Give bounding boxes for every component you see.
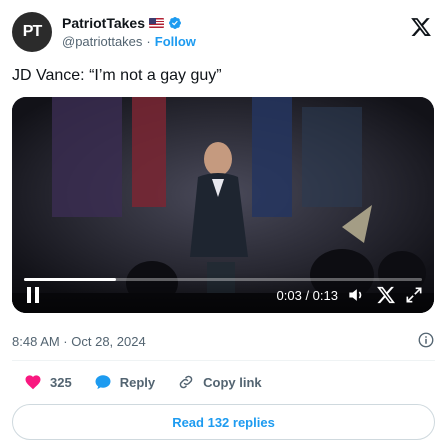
separator-dot: ·	[146, 34, 151, 49]
speech-bubble-icon	[95, 375, 111, 390]
handle-row: @patriottakes · Follow	[62, 34, 196, 49]
copy-link-label: Copy link	[203, 374, 262, 390]
x-logo-icon[interactable]	[410, 16, 432, 38]
reply-button[interactable]: Reply	[94, 373, 155, 391]
reply-label: Reply	[119, 374, 156, 390]
author-name-row: PatriotTakes	[62, 14, 196, 32]
x-logo-icon[interactable]	[376, 285, 396, 305]
video-player[interactable]: 0:03 / 0:13	[12, 97, 434, 313]
author-block: PatriotTakes @patriottakes · Follow	[62, 14, 196, 49]
embedded-post-card: PT PatriotTakes @patriottakes · Follow J…	[0, 0, 447, 448]
post-header: PT PatriotTakes @patriottakes · Follow	[12, 10, 436, 60]
us-flag-icon	[149, 18, 164, 28]
avatar-initials: PT	[22, 23, 42, 40]
author-name[interactable]: PatriotTakes	[62, 15, 145, 31]
avatar[interactable]: PT	[12, 12, 52, 52]
action-bar: 325 Reply Copy link	[24, 372, 284, 392]
verified-badge-icon	[169, 17, 181, 29]
pause-icon[interactable]	[26, 287, 40, 303]
copy-link-button[interactable]: Copy link	[177, 373, 262, 391]
expand-icon[interactable]	[404, 285, 424, 305]
like-button[interactable]: 325	[24, 373, 72, 391]
video-time: 0:03 / 0:13	[276, 288, 338, 303]
info-icon[interactable]	[417, 331, 435, 349]
divider	[12, 360, 435, 361]
progress-fill	[24, 278, 116, 281]
post-timestamp[interactable]: 8:48 AM · Oct 28, 2024	[12, 334, 146, 349]
volume-icon[interactable]	[346, 285, 366, 305]
author-handle[interactable]: @patriottakes	[62, 34, 142, 49]
video-controls: 0:03 / 0:13	[12, 273, 434, 313]
like-count: 325	[50, 374, 72, 390]
link-icon	[179, 375, 193, 389]
follow-button[interactable]: Follow	[155, 34, 196, 49]
read-replies-button[interactable]: Read 132 replies	[12, 404, 435, 440]
progress-bar[interactable]	[24, 278, 422, 281]
post-text: JD Vance: “I’m not a gay guy”	[12, 67, 222, 84]
heart-icon	[25, 375, 41, 390]
